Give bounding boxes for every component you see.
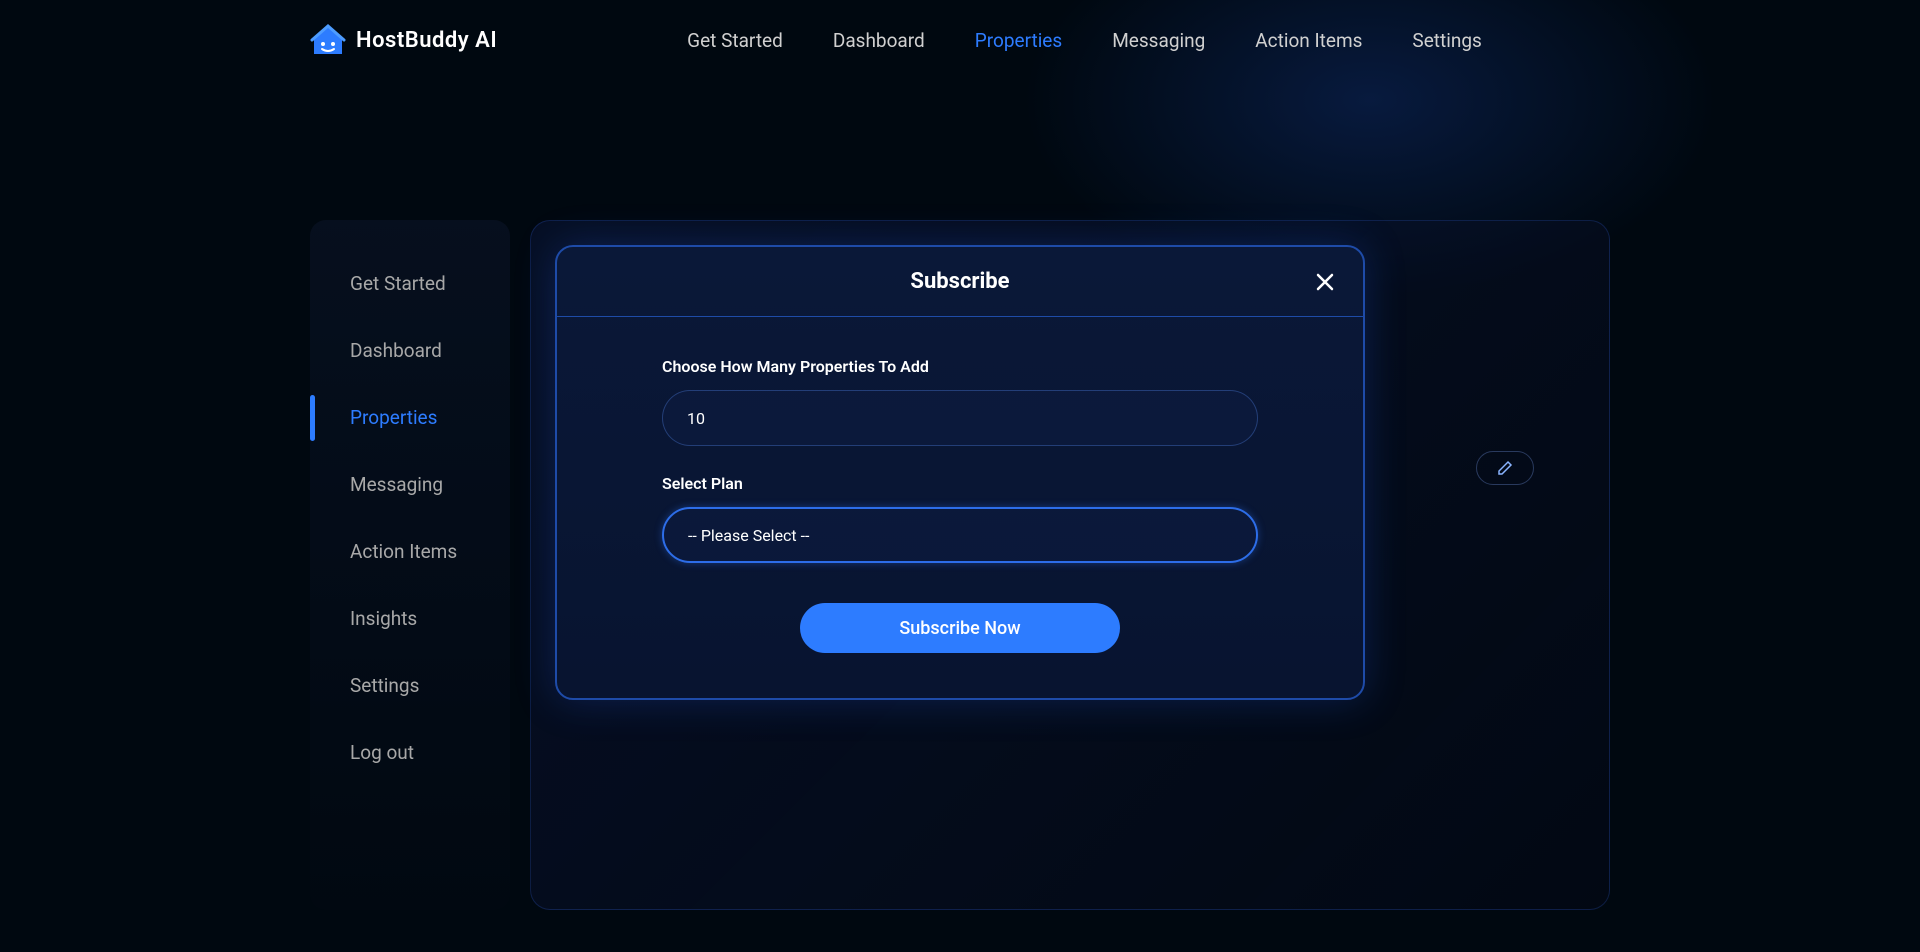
subscribe-now-button[interactable]: Subscribe Now <box>800 603 1120 653</box>
modal-header: Subscribe <box>557 247 1363 317</box>
modal-title: Subscribe <box>910 269 1009 294</box>
properties-count-group: Choose How Many Properties To Add <box>662 357 1258 446</box>
subscribe-modal: Subscribe Choose How Many Properties To … <box>555 245 1365 700</box>
modal-overlay: Subscribe Choose How Many Properties To … <box>0 0 1920 952</box>
properties-count-label: Choose How Many Properties To Add <box>662 357 1258 376</box>
close-button[interactable] <box>1313 270 1337 294</box>
close-icon <box>1316 273 1334 291</box>
plan-select-label: Select Plan <box>662 474 1258 493</box>
properties-count-input[interactable] <box>662 390 1258 446</box>
modal-body: Choose How Many Properties To Add Select… <box>557 317 1363 698</box>
plan-select-group: Select Plan -- Please Select -- <box>662 474 1258 563</box>
plan-select[interactable]: -- Please Select -- <box>662 507 1258 563</box>
